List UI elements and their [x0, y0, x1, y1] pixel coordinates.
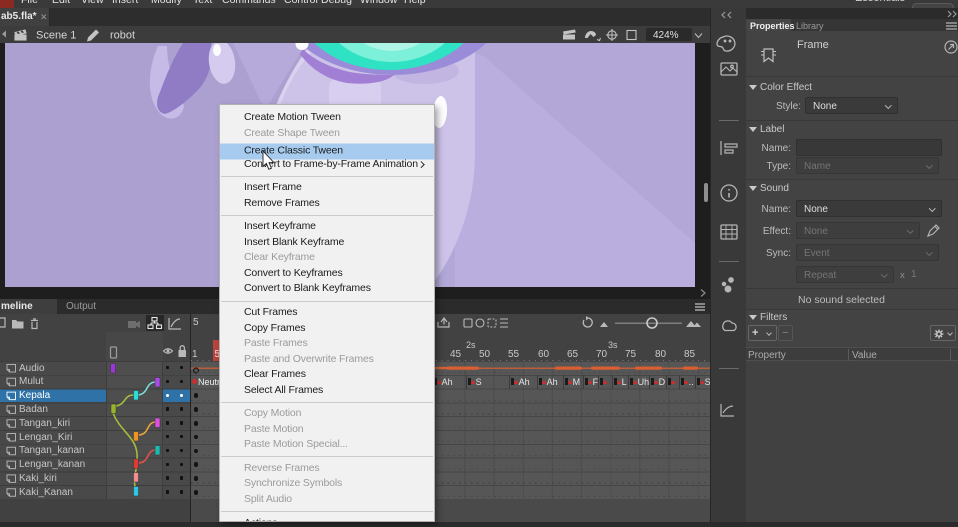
- svg-text:424%: 424%: [653, 30, 679, 41]
- svg-text:robot: robot: [110, 30, 135, 42]
- svg-text:Scene 1: Scene 1: [36, 30, 76, 42]
